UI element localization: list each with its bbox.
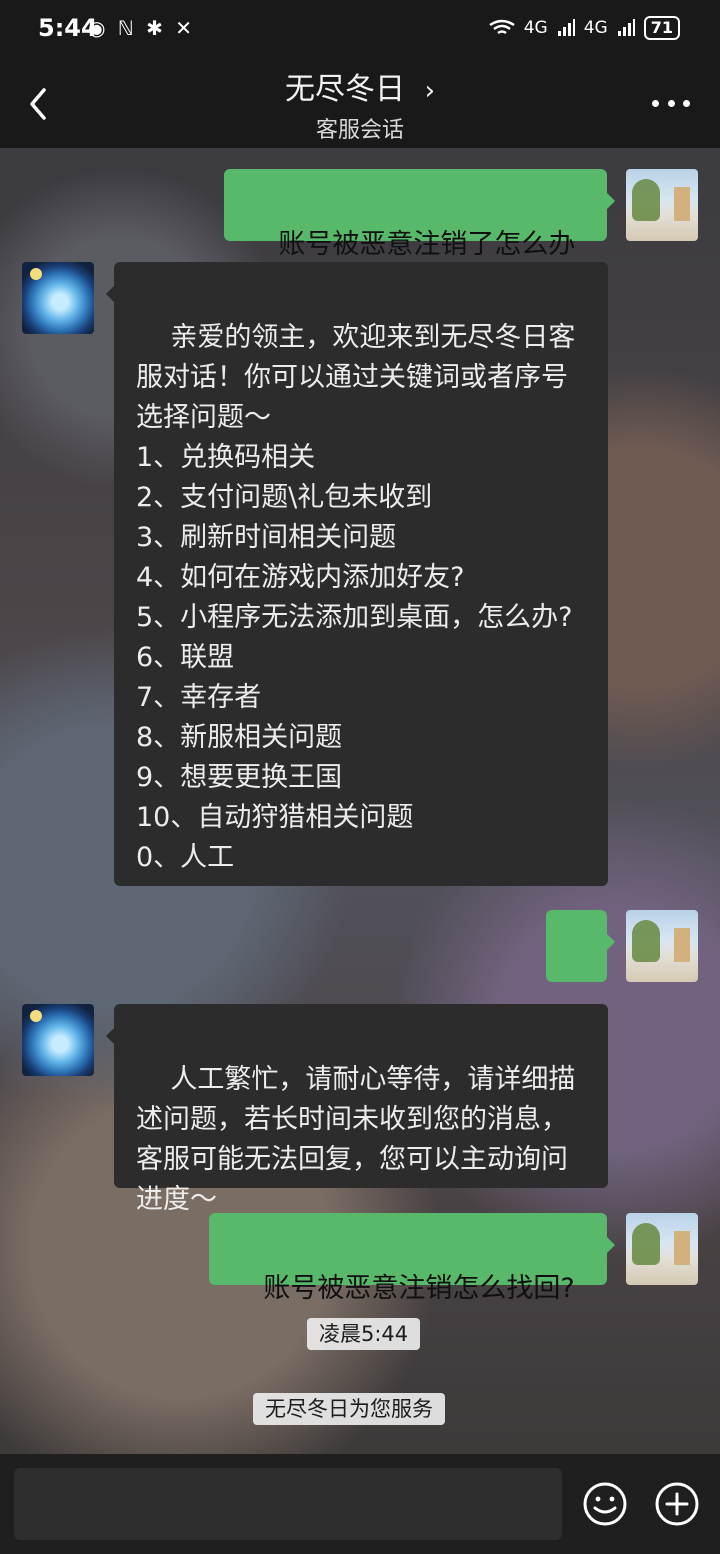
status-right-icons: 4G 4G 71 bbox=[489, 16, 680, 40]
network-label-1: 4G bbox=[523, 18, 548, 38]
user-avatar[interactable] bbox=[626, 169, 698, 241]
service-reply-text: 人工繁忙，请耐心等待，请详细描述问题，若长时间未收到您的消息，客服可能无法回复，… bbox=[136, 1064, 576, 1215]
user-message-bubble[interactable]: 0 bbox=[546, 910, 615, 1041]
service-menu-text: 亲爱的领主，欢迎来到无尽冬日客服对话！你可以通过关键词或者序号选择问题～ 1、兑… bbox=[136, 322, 576, 873]
chevron-right-icon[interactable]: › bbox=[425, 76, 435, 106]
plus-icon[interactable] bbox=[653, 1480, 701, 1528]
user-avatar[interactable] bbox=[626, 910, 698, 982]
wifi-icon bbox=[489, 19, 515, 35]
signal-icon-2 bbox=[617, 19, 635, 36]
chat-title-row[interactable]: 无尽冬日 › bbox=[0, 64, 720, 108]
status-bar: 5:44 ◉ ℕ ✱ ✕ 4G 4G 71 bbox=[0, 0, 720, 58]
service-message-bubble[interactable]: 亲爱的领主，欢迎来到无尽冬日客服对话！你可以通过关键词或者序号选择问题～ 1、兑… bbox=[106, 262, 608, 886]
chat-title[interactable]: 无尽冬日 bbox=[285, 72, 405, 107]
signal-icon-1 bbox=[557, 19, 575, 36]
service-avatar[interactable] bbox=[22, 1004, 94, 1076]
user-message-text: 账号被恶意注销怎么找回? bbox=[263, 1273, 575, 1304]
battery-level: 71 bbox=[643, 16, 680, 40]
chat-header: 无尽冬日 › 客服会话 bbox=[0, 58, 720, 148]
user-message-bubble[interactable]: 账号被恶意注销了怎么办 bbox=[224, 169, 615, 260]
chat-background: 账号被恶意注销了怎么办 亲爱的领主，欢迎来到无尽冬日客服对话！你可以通过关键词或… bbox=[0, 148, 720, 1454]
user-message-bubble[interactable]: 账号被恶意注销怎么找回? bbox=[209, 1213, 615, 1304]
time-label: 凌晨5:44 bbox=[307, 1318, 421, 1350]
service-notice: 无尽冬日为您服务 bbox=[253, 1393, 445, 1425]
network-label-2: 4G bbox=[583, 18, 608, 38]
message-input[interactable] bbox=[14, 1468, 562, 1540]
user-message-text: 账号被恶意注销了怎么办 bbox=[278, 229, 576, 260]
message-input-bar bbox=[0, 1454, 720, 1554]
user-avatar[interactable] bbox=[626, 1213, 698, 1285]
more-icon[interactable] bbox=[652, 96, 690, 110]
service-avatar[interactable] bbox=[22, 262, 94, 334]
service-message-bubble[interactable]: 人工繁忙，请耐心等待，请详细描述问题，若长时间未收到您的消息，客服可能无法回复，… bbox=[106, 1004, 608, 1215]
emoji-icon[interactable] bbox=[581, 1480, 629, 1528]
chat-subtitle: 客服会话 bbox=[315, 118, 404, 143]
status-indicators: ◉ ℕ ✱ ✕ bbox=[88, 16, 196, 40]
